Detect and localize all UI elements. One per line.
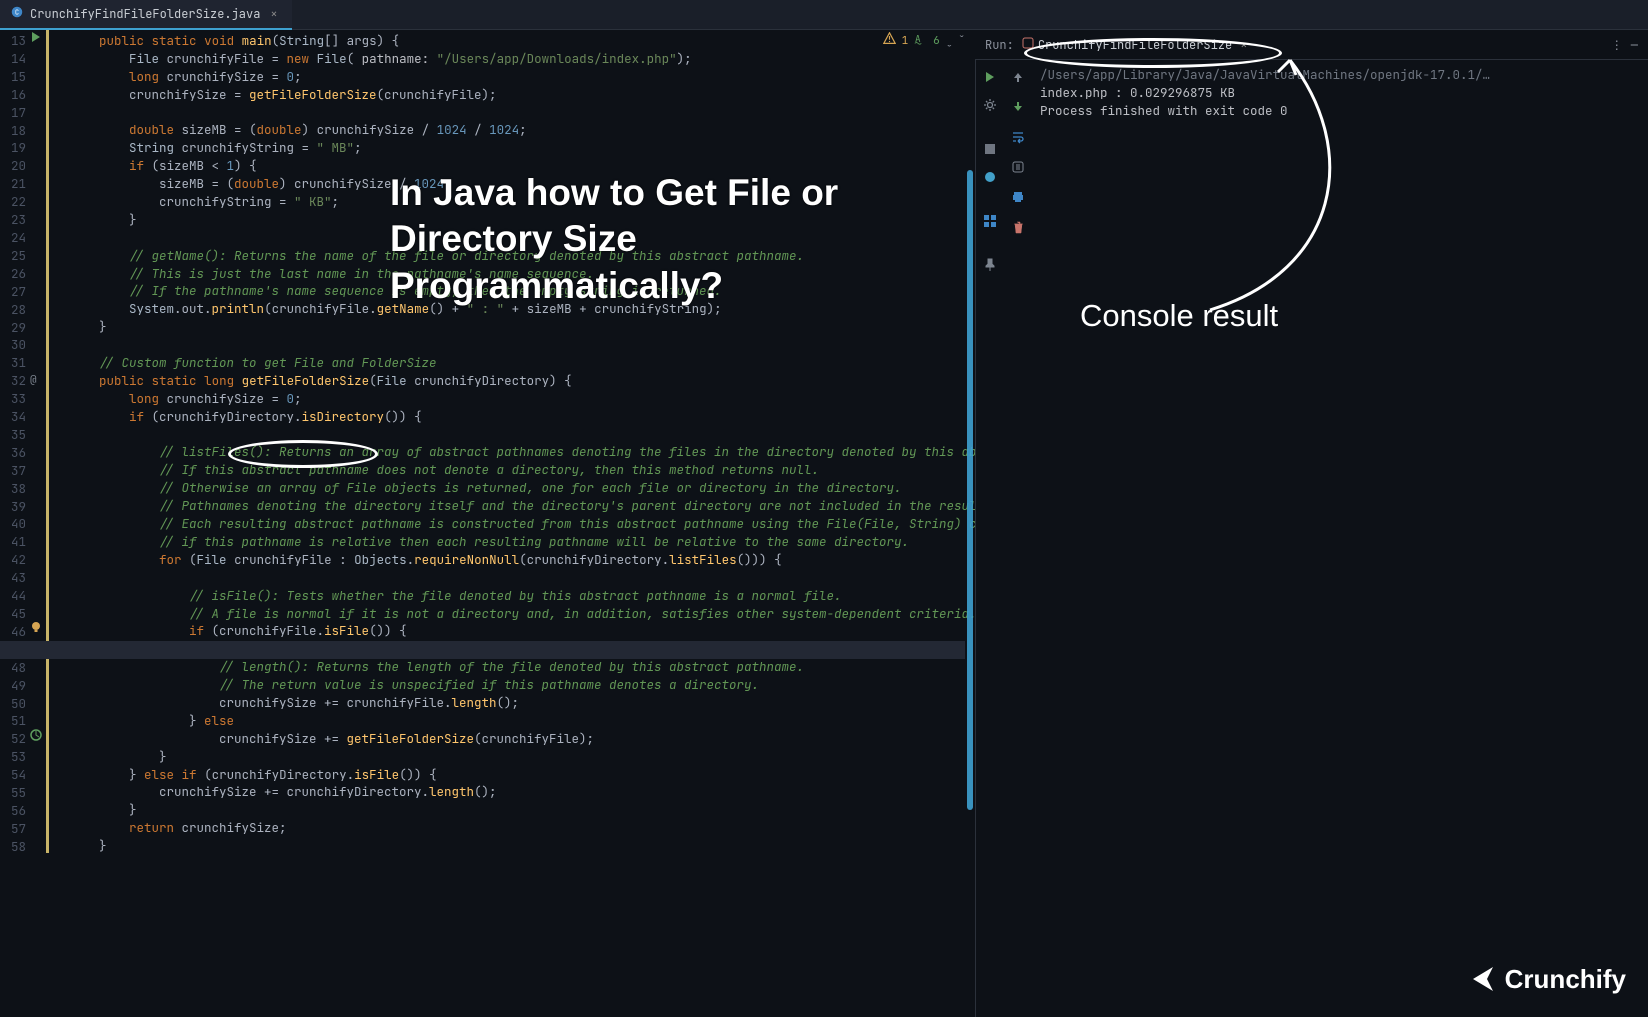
dump-threads-icon[interactable] bbox=[981, 168, 999, 186]
print-icon[interactable] bbox=[1009, 188, 1027, 206]
code-area[interactable]: 1314151617181920212223242526272829303132… bbox=[0, 30, 975, 1017]
up-stack-icon[interactable] bbox=[1009, 68, 1027, 86]
run-config-icon bbox=[1022, 37, 1034, 53]
run-tool-window: Run: CrunchifyFindFileFolderSize × ⋮ — bbox=[975, 30, 1648, 1017]
marker-gutter: @ bbox=[30, 30, 45, 1017]
run-command-line: /Users/app/Library/Java/JavaVirtualMachi… bbox=[1040, 66, 1640, 84]
line-number-gutter: 1314151617181920212223242526272829303132… bbox=[0, 30, 30, 1017]
crunchify-logo-icon bbox=[1463, 961, 1499, 997]
pin-icon[interactable] bbox=[981, 256, 999, 274]
tab-close-button[interactable]: × bbox=[266, 6, 281, 22]
soft-wrap-icon[interactable] bbox=[1009, 128, 1027, 146]
crunchify-logo-text: Crunchify bbox=[1505, 964, 1626, 995]
run-exit-line: Process finished with exit code 0 bbox=[1040, 102, 1640, 120]
java-file-icon: C bbox=[10, 5, 24, 23]
clear-all-icon[interactable] bbox=[1009, 218, 1027, 236]
run-label: Run: bbox=[985, 37, 1014, 53]
layout-icon[interactable] bbox=[981, 212, 999, 230]
code-editor[interactable]: public static void main(String[] args) {… bbox=[65, 30, 975, 1017]
down-stack-icon[interactable] bbox=[1009, 98, 1027, 116]
run-config-tab[interactable]: CrunchifyFindFileFolderSize × bbox=[1022, 37, 1248, 53]
scroll-to-end-icon[interactable] bbox=[1009, 158, 1027, 176]
main-split: 1 A 6 ˆ ˇ 131415161718192021222324252627… bbox=[0, 30, 1648, 1017]
fold-gutter[interactable] bbox=[50, 30, 65, 1017]
run-toolbar-primary bbox=[976, 60, 1004, 1017]
tab-filename: CrunchifyFindFileFolderSize.java bbox=[30, 6, 260, 22]
editor-scrollbar-thumb[interactable] bbox=[967, 170, 973, 810]
editor-pane: 1 A 6 ˆ ˇ 131415161718192021222324252627… bbox=[0, 30, 975, 1017]
editor-tabbar: C CrunchifyFindFileFolderSize.java × bbox=[0, 0, 1648, 30]
editor-tab-active[interactable]: C CrunchifyFindFileFolderSize.java × bbox=[0, 0, 292, 30]
run-config-name: CrunchifyFindFileFolderSize bbox=[1038, 37, 1232, 53]
run-hide-icon[interactable]: — bbox=[1631, 37, 1638, 53]
run-tab-close[interactable]: × bbox=[1236, 37, 1247, 53]
run-output-line: index.php : 0.029296875 KB bbox=[1040, 84, 1640, 102]
stop-icon[interactable] bbox=[981, 140, 999, 158]
run-settings-icon[interactable] bbox=[981, 96, 999, 114]
run-toolbar-secondary bbox=[1004, 60, 1032, 1017]
crunchify-logo: Crunchify bbox=[1463, 961, 1626, 997]
rerun-icon[interactable] bbox=[981, 68, 999, 86]
run-console[interactable]: /Users/app/Library/Java/JavaVirtualMachi… bbox=[1032, 60, 1648, 1017]
run-more-icon[interactable]: ⋮ bbox=[1611, 37, 1623, 53]
run-header: Run: CrunchifyFindFileFolderSize × ⋮ — bbox=[975, 30, 1648, 60]
svg-text:C: C bbox=[15, 8, 19, 17]
